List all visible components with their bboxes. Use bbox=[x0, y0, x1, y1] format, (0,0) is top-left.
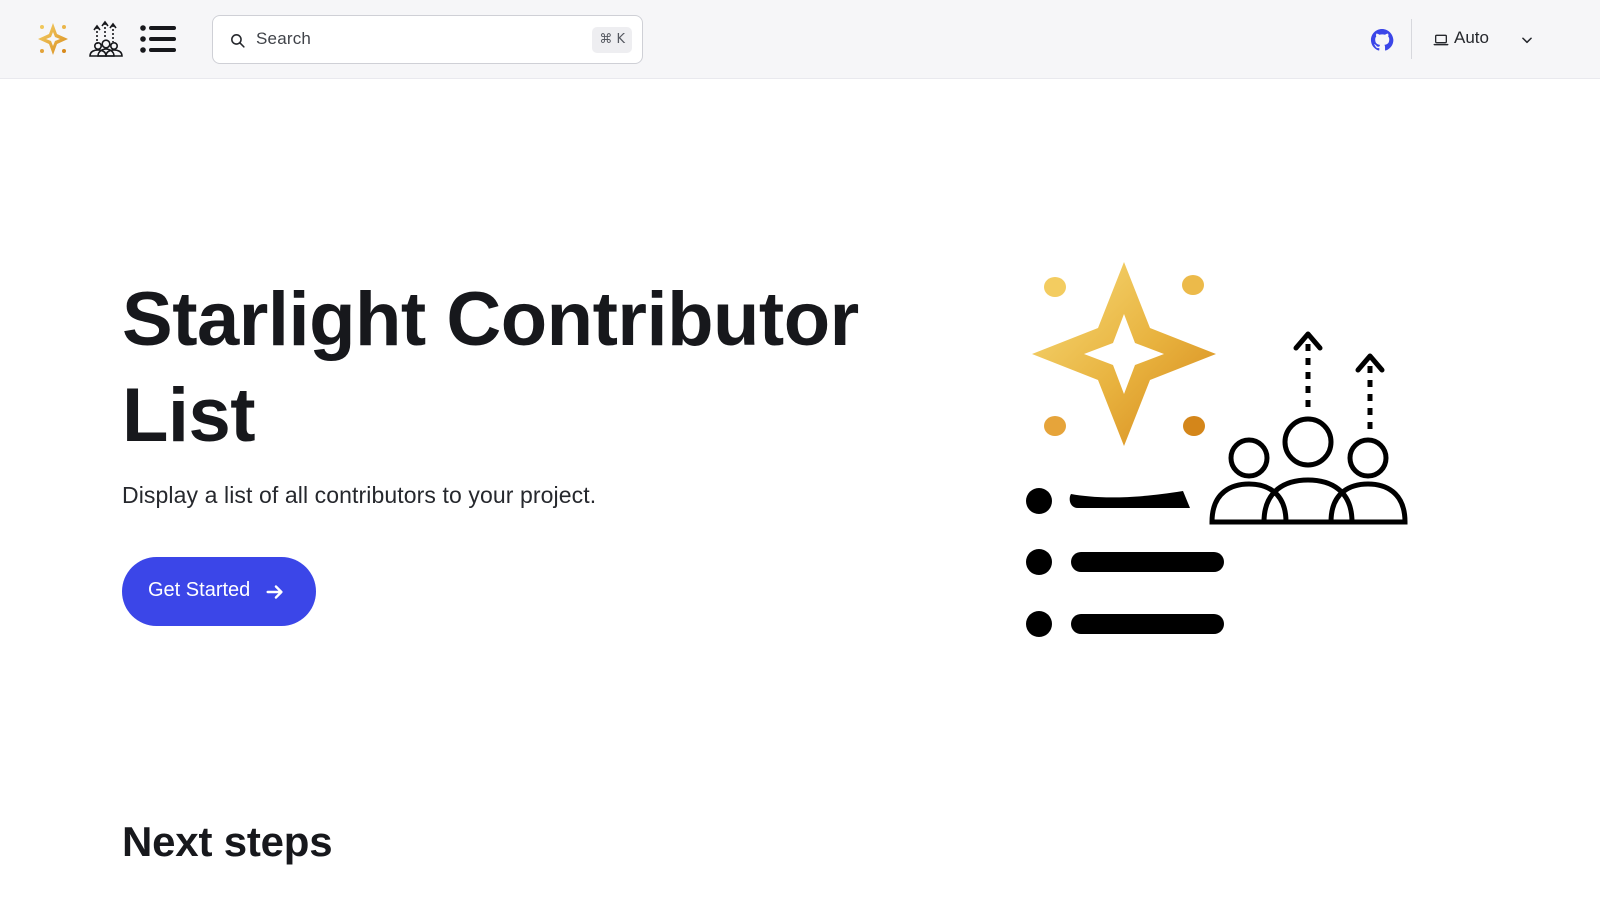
site-logo[interactable] bbox=[36, 20, 182, 60]
search-placeholder: Search bbox=[256, 29, 312, 48]
search-button[interactable]: Search ⌘ K bbox=[212, 15, 643, 64]
arrow-right-icon bbox=[266, 585, 283, 599]
contributors-logo-icon bbox=[89, 20, 123, 57]
search-icon bbox=[231, 34, 245, 48]
get-started-label: Get Started bbox=[148, 579, 251, 601]
get-started-button[interactable]: Get Started bbox=[122, 557, 316, 626]
star-logo-icon bbox=[38, 23, 68, 55]
github-icon[interactable] bbox=[1369, 27, 1395, 53]
hero-title: Starlight Contributor List bbox=[122, 277, 859, 458]
theme-select[interactable]: Auto bbox=[1426, 22, 1546, 58]
hero-tagline: Display a list of all contributors to yo… bbox=[122, 482, 597, 508]
laptop-icon bbox=[1433, 34, 1449, 46]
chevron-down-icon bbox=[1522, 37, 1532, 44]
search-shortcut-hint: ⌘ K bbox=[592, 27, 632, 53]
contributors-icon bbox=[1209, 331, 1408, 525]
theme-select-value: Auto bbox=[1454, 28, 1489, 47]
next-steps-heading: Next steps bbox=[122, 818, 333, 865]
site-header: Search ⌘ K Auto bbox=[0, 0, 1600, 79]
hero-illustration bbox=[1026, 262, 1408, 637]
star-icon bbox=[1032, 262, 1216, 446]
list-icon bbox=[1026, 488, 1224, 637]
header-divider bbox=[1411, 19, 1412, 59]
list-logo-icon bbox=[140, 25, 176, 53]
